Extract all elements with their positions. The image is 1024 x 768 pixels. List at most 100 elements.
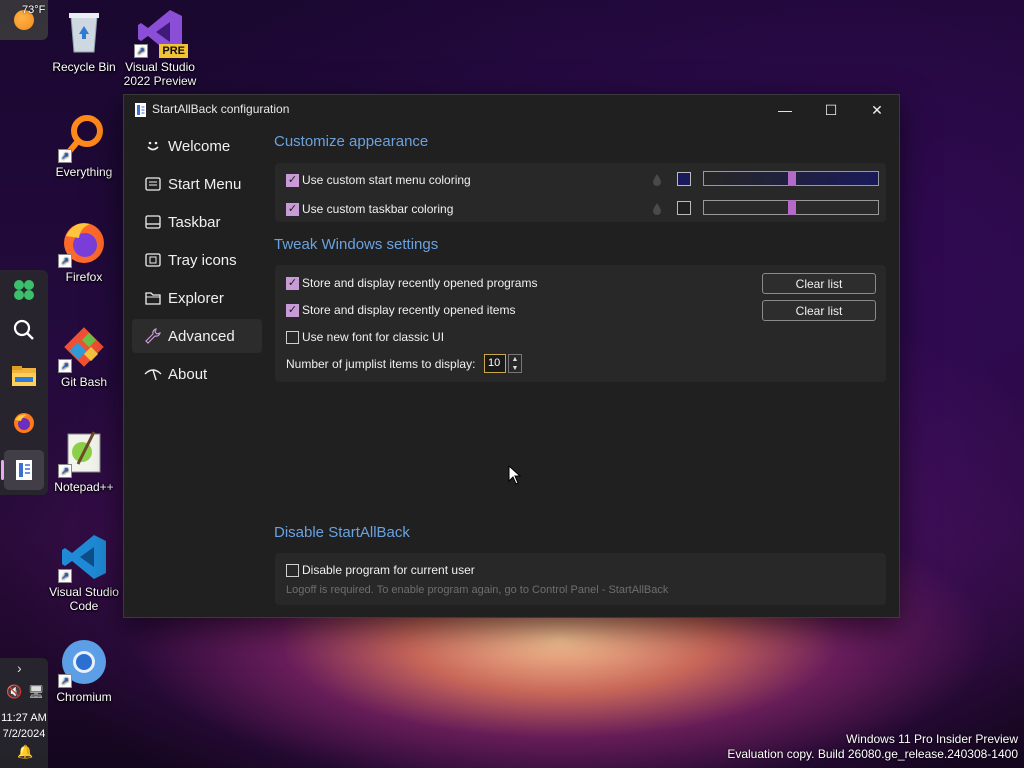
sidebar-item-label: Taskbar bbox=[168, 213, 221, 231]
sidebar-item-label: Welcome bbox=[168, 137, 231, 155]
desktop-icon-everything[interactable]: ↗ Everything bbox=[46, 113, 122, 179]
recent-programs-label: Store and display recently opened progra… bbox=[302, 276, 538, 290]
desktop-icon-firefox[interactable]: ↗ Firefox bbox=[46, 218, 122, 284]
section-title-disable: Disable StartAllBack bbox=[274, 524, 410, 541]
desktop-icon-chromium[interactable]: ↗ Chromium bbox=[46, 638, 122, 704]
spin-up-icon[interactable]: ▲ bbox=[509, 355, 521, 364]
search-button[interactable] bbox=[4, 310, 44, 350]
taskbar-clock[interactable]: 11:27 AM 7/2/2024 bbox=[0, 710, 48, 742]
desktop-icon-vscode[interactable]: ↗ Visual Studio Code bbox=[46, 533, 122, 613]
desktop-icon-notepad-plus-plus[interactable]: ↗ Notepad++ bbox=[46, 428, 122, 494]
desktop-icon-label: Firefox bbox=[65, 270, 103, 284]
slider-thumb[interactable] bbox=[788, 171, 796, 186]
slider-thumb[interactable] bbox=[788, 200, 796, 215]
close-button[interactable]: ✕ bbox=[854, 95, 900, 125]
new-font-row[interactable]: Use new font for classic UI bbox=[286, 330, 444, 344]
desktop-icon-label: Chromium bbox=[56, 690, 112, 704]
disable-program-label: Disable program for current user bbox=[302, 563, 475, 577]
clear-recent-programs-button[interactable]: Clear list bbox=[762, 273, 876, 294]
disable-panel: Disable program for current user Logoff … bbox=[275, 553, 886, 605]
taskbar-pinned-group bbox=[0, 270, 48, 495]
startallback-taskbar-button[interactable] bbox=[1, 450, 44, 490]
preview-badge: PRE bbox=[159, 44, 188, 58]
tray-status-icons[interactable]: 🔇 🖥 bbox=[6, 684, 44, 700]
weather-widget[interactable]: 73°F bbox=[0, 0, 48, 40]
desktop-icon-label: Visual Studio Code bbox=[49, 585, 119, 613]
transparency-drop-icon[interactable] bbox=[652, 203, 662, 215]
desktop-icon-label: Git Bash bbox=[60, 375, 108, 389]
start-menu-coloring-checkbox[interactable] bbox=[286, 173, 299, 187]
firefox-taskbar-button[interactable] bbox=[4, 403, 44, 443]
new-font-label: Use new font for classic UI bbox=[302, 330, 445, 344]
sidebar-item-taskbar[interactable]: Taskbar bbox=[132, 205, 262, 239]
new-font-checkbox[interactable] bbox=[286, 330, 299, 344]
disable-note: Logoff is required. To enable program ag… bbox=[286, 584, 669, 596]
recent-programs-checkbox[interactable] bbox=[286, 276, 299, 290]
watermark-line-2: Evaluation copy. Build 26080.ge_release.… bbox=[727, 747, 1018, 761]
shortcut-arrow-icon: ↗ bbox=[58, 149, 72, 163]
sidebar-nav: Welcome Start Menu Taskbar Tray icons Ex… bbox=[132, 129, 262, 395]
about-icon bbox=[143, 367, 163, 381]
desktop-icon-label: Recycle Bin bbox=[52, 60, 116, 74]
sidebar-item-welcome[interactable]: Welcome bbox=[132, 129, 262, 163]
jumplist-label: Number of jumplist items to display: bbox=[286, 357, 476, 371]
wrench-icon bbox=[143, 328, 163, 344]
desktop-icon-git-bash[interactable]: ↗ Git Bash bbox=[46, 323, 122, 389]
desktop-icon-recycle-bin[interactable]: Recycle Bin bbox=[46, 8, 122, 74]
windows-watermark: Windows 11 Pro Insider Preview Evaluatio… bbox=[727, 732, 1018, 762]
taskbar-coloring-checkbox[interactable] bbox=[286, 202, 299, 216]
taskbar-color-slider[interactable] bbox=[703, 200, 879, 215]
widgets-icon bbox=[14, 280, 34, 300]
speaker-muted-icon[interactable]: 🔇 bbox=[6, 684, 22, 699]
transparency-drop-icon[interactable] bbox=[652, 174, 662, 186]
spin-down-icon[interactable]: ▼ bbox=[509, 364, 521, 373]
desktop-icon-visual-studio-preview[interactable]: ↗ PRE Visual Studio 2022 Preview bbox=[122, 8, 198, 88]
sidebar-item-label: Tray icons bbox=[168, 251, 237, 269]
recent-items-label: Store and display recently opened items bbox=[302, 303, 516, 317]
show-hidden-icons-chevron-icon[interactable]: › bbox=[17, 660, 22, 676]
close-icon: ✕ bbox=[871, 101, 883, 118]
disable-program-checkbox[interactable] bbox=[286, 563, 299, 577]
taskbar-coloring-label: Use custom taskbar coloring bbox=[302, 202, 454, 216]
maximize-button[interactable]: ☐ bbox=[808, 95, 854, 125]
sidebar-item-about[interactable]: About bbox=[132, 357, 262, 391]
jumplist-spinner[interactable]: ▲ ▼ bbox=[508, 354, 522, 373]
taskbar: 73°F › 🔇 🖥 11:27 AM 7/2/2024 🔔 bbox=[0, 0, 48, 768]
start-menu-color-slider[interactable] bbox=[703, 171, 879, 186]
recent-items-checkbox[interactable] bbox=[286, 303, 299, 317]
mouse-cursor-icon bbox=[508, 465, 522, 485]
recent-items-row[interactable]: Store and display recently opened items bbox=[286, 303, 515, 317]
folder-icon bbox=[143, 291, 163, 305]
sidebar-item-advanced[interactable]: Advanced bbox=[132, 319, 262, 353]
sidebar-item-start-menu[interactable]: Start Menu bbox=[132, 167, 262, 201]
minimize-icon: — bbox=[778, 102, 792, 118]
network-icon[interactable]: 🖥 bbox=[28, 684, 45, 699]
desktop-icon-label: Everything bbox=[55, 165, 113, 179]
jumplist-count-input[interactable]: 10 bbox=[484, 354, 506, 373]
window-titlebar[interactable]: StartAllBack configuration — ☐ ✕ bbox=[124, 95, 899, 125]
maximize-icon: ☐ bbox=[824, 101, 838, 118]
shortcut-arrow-icon: ↗ bbox=[58, 674, 72, 688]
shortcut-arrow-icon: ↗ bbox=[58, 569, 72, 583]
disable-program-row[interactable]: Disable program for current user bbox=[286, 563, 475, 577]
start-menu-coloring-row[interactable]: Use custom start menu coloring bbox=[286, 173, 471, 187]
sidebar-item-explorer[interactable]: Explorer bbox=[132, 281, 262, 315]
startallback-config-window: StartAllBack configuration — ☐ ✕ Welcome… bbox=[123, 94, 900, 618]
clear-recent-items-button[interactable]: Clear list bbox=[762, 300, 876, 321]
taskbar-coloring-row[interactable]: Use custom taskbar coloring bbox=[286, 202, 453, 216]
system-tray: › 🔇 🖥 11:27 AM 7/2/2024 🔔 bbox=[0, 658, 48, 768]
sidebar-item-tray-icons[interactable]: Tray icons bbox=[132, 243, 262, 277]
taskbar-icon bbox=[143, 215, 163, 229]
watermark-line-1: Windows 11 Pro Insider Preview bbox=[846, 732, 1018, 746]
start-menu-color-swatch[interactable] bbox=[677, 172, 691, 186]
jumplist-row: Number of jumplist items to display: bbox=[286, 357, 475, 371]
recent-programs-row[interactable]: Store and display recently opened progra… bbox=[286, 276, 537, 290]
notification-bell-icon[interactable]: 🔔 bbox=[17, 744, 33, 760]
start-menu-coloring-label: Use custom start menu coloring bbox=[302, 173, 471, 187]
widgets-button[interactable] bbox=[4, 270, 44, 310]
minimize-button[interactable]: — bbox=[762, 95, 808, 125]
search-icon bbox=[13, 319, 34, 340]
taskbar-color-swatch[interactable] bbox=[677, 201, 691, 215]
file-explorer-button[interactable] bbox=[4, 356, 44, 396]
firefox-icon bbox=[14, 413, 34, 433]
